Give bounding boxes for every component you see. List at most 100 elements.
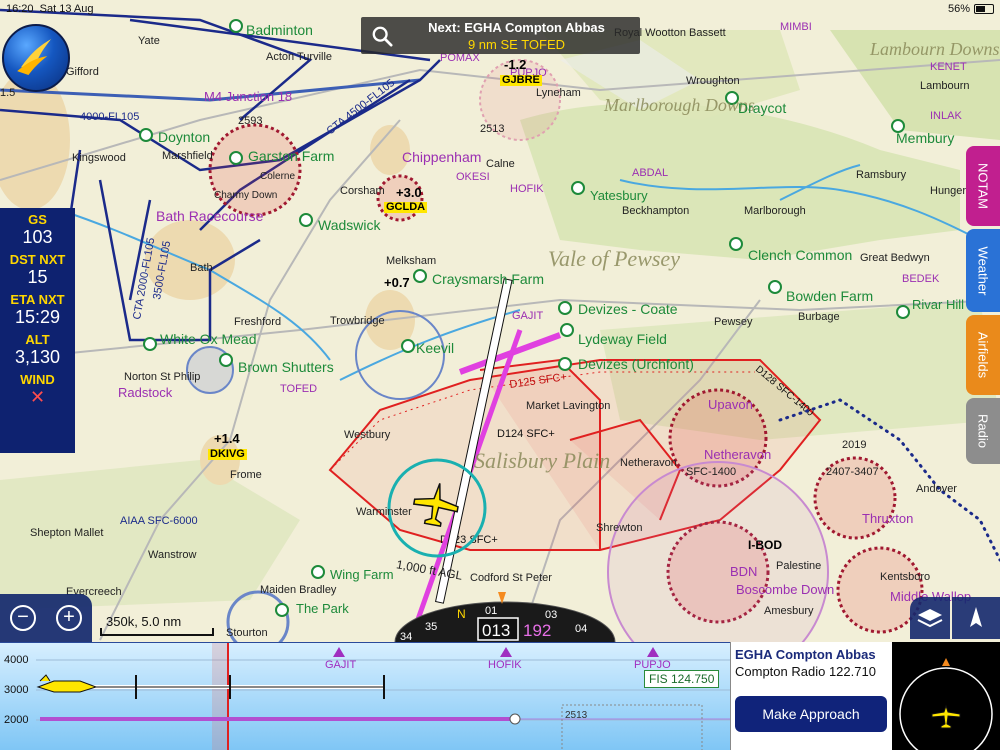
town-label: Wanstrow: [148, 549, 197, 561]
airfield-label[interactable]: Membury: [896, 131, 954, 145]
airfield-label[interactable]: Draycot: [738, 101, 786, 115]
heading-tick-label: N: [457, 607, 466, 621]
zoom-in-button[interactable]: +: [56, 605, 82, 631]
airfield-label[interactable]: Boscombe Down: [736, 583, 834, 596]
current-heading: 013: [482, 621, 510, 640]
traffic-callsign[interactable]: DKIVG: [208, 449, 247, 460]
traffic-callsign[interactable]: GCLDA: [384, 202, 428, 213]
traffic-altitude: +1.4: [214, 431, 240, 446]
region-label: Marlborough Downs: [604, 95, 755, 115]
reporting-point-label[interactable]: M4 Junction 18: [204, 90, 292, 103]
town-label: Marshfield: [162, 150, 213, 162]
zoom-controls: − +: [0, 594, 92, 642]
moving-map[interactable]: CTA 4500-FL105 4000-FL105 CTA 2000-FL105…: [0, 0, 1000, 642]
reporting-point-label[interactable]: BEDEK: [902, 274, 939, 285]
town-label: Colerne: [260, 171, 296, 182]
alt-value: 3,130: [14, 347, 61, 367]
airfield-label[interactable]: Clench Common: [748, 248, 852, 262]
airfield-label[interactable]: White Ox Mead: [160, 332, 256, 346]
airfield-label[interactable]: Craysmarsh Farm: [432, 272, 544, 286]
reporting-point-label[interactable]: INLAK: [930, 111, 962, 122]
airspace-label: 2019: [842, 439, 867, 451]
spot-height: 2513: [480, 123, 505, 135]
reporting-point-label[interactable]: GAJIT: [512, 311, 543, 322]
app-logo[interactable]: [2, 24, 70, 92]
traffic-altitude: +0.7: [384, 275, 410, 290]
airfield-label[interactable]: Bowden Farm: [786, 289, 873, 303]
zoom-out-button[interactable]: −: [10, 605, 36, 631]
reporting-point-label[interactable]: MIMBI: [780, 22, 812, 33]
mini-hsi[interactable]: [892, 642, 1000, 750]
tab-weather-label: Weather: [975, 246, 991, 295]
town-label: Bath: [190, 262, 213, 274]
airfield-label[interactable]: Garston Farm: [248, 149, 334, 163]
profile-altitude-label: 3000: [4, 684, 29, 696]
airspace-label: 2407-3407: [826, 466, 879, 478]
traffic-callsign[interactable]: GJBRE: [500, 75, 542, 86]
town-label: Kentsboro: [880, 571, 931, 583]
region-label: Vale of Pewsey: [548, 246, 680, 271]
reporting-point-label[interactable]: POMAX: [440, 53, 480, 64]
heading-tick-label: 34: [400, 631, 412, 642]
tab-weather[interactable]: Weather: [966, 229, 1000, 312]
heading-tick-label: 01: [485, 605, 497, 617]
airfield-label[interactable]: Thruxton: [862, 512, 913, 525]
airfield-label[interactable]: Yatesbury: [590, 189, 648, 202]
approach-panel: EGHA Compton Abbas Compton Radio 122.710…: [730, 642, 892, 750]
traffic-callsign[interactable]: I-BOD: [748, 539, 782, 551]
reporting-point-label[interactable]: KENET: [930, 62, 967, 73]
reporting-point-label[interactable]: Radstock: [118, 386, 172, 399]
wind-unavailable-icon: ✕: [29, 387, 46, 407]
heading-tick-label: 03: [545, 609, 557, 621]
tab-airfields[interactable]: Airfields: [966, 315, 1000, 395]
town-label: Netheravon: [620, 457, 677, 469]
eta-value: 15:29: [14, 307, 61, 327]
airfield-label[interactable]: Brown Shutters: [238, 360, 334, 374]
battery-level: 56%: [947, 3, 970, 15]
tab-radio[interactable]: Radio: [966, 398, 1000, 464]
airfield-label[interactable]: Wing Farm: [330, 568, 394, 581]
reporting-point-label[interactable]: TOFED: [280, 384, 317, 395]
reporting-point-label[interactable]: OKESI: [456, 172, 490, 183]
airfield-label[interactable]: Bath Racecourse: [156, 209, 263, 223]
tab-notam[interactable]: NOTAM: [966, 146, 1000, 226]
town-label: Market Lavington: [526, 400, 611, 412]
vertical-profile-panel[interactable]: 4000 3000 2000 GAJIT HOFIK PUPJO FIS 124…: [0, 642, 730, 750]
spot-height: 2593: [238, 115, 263, 127]
next-waypoint-banner[interactable]: Next: EGHA Compton Abbas 9 nm SE TOFED: [361, 17, 640, 54]
profile-waypoint: HOFIK: [488, 659, 522, 671]
airfield-label[interactable]: Wadswick: [318, 218, 381, 232]
map-layers-button[interactable]: [910, 597, 950, 639]
airfield-label[interactable]: Lydeway Field: [578, 332, 667, 346]
town-label: Trowbridge: [330, 315, 385, 327]
profile-altitude-label: 2000: [4, 714, 29, 726]
airfield-label[interactable]: Keevil: [416, 341, 454, 355]
town-label: Burbage: [798, 311, 840, 323]
track-pointer-icon: [498, 592, 506, 604]
destination-radio: Compton Radio 122.710: [735, 664, 876, 679]
town-label: Andover: [916, 483, 957, 495]
navaid-label[interactable]: BDN: [730, 565, 757, 578]
make-approach-button[interactable]: Make Approach: [735, 696, 887, 732]
airfield-label[interactable]: Rivar Hill: [912, 298, 964, 311]
map-scale: 350k, 5.0 nm: [100, 614, 214, 636]
scale-label: 350k, 5.0 nm: [106, 614, 182, 629]
airfield-label[interactable]: Devizes (Urchfont): [578, 357, 694, 371]
airfield-label[interactable]: Upavon: [708, 398, 753, 411]
traffic-altitude: +3.0: [396, 185, 422, 200]
airfield-label[interactable]: The Park: [296, 602, 349, 615]
airfield-label[interactable]: Devizes - Coate: [578, 302, 678, 316]
fis-frequency[interactable]: FIS 124.750: [644, 670, 720, 688]
svg-text:D124 SFC+: D124 SFC+: [497, 428, 555, 440]
airfield-label[interactable]: Netheravon: [704, 448, 771, 461]
town-label: Yate: [138, 35, 160, 47]
airfield-label[interactable]: Doynton: [158, 130, 210, 144]
reporting-point-label[interactable]: HOFIK: [510, 184, 544, 195]
town-label: Stourton: [226, 627, 268, 639]
town-label: Shrewton: [596, 522, 643, 534]
north-up-button[interactable]: [952, 597, 1000, 639]
search-icon[interactable]: [371, 25, 393, 47]
airfield-label[interactable]: Badminton: [246, 23, 313, 37]
profile-altitude-label: 4000: [4, 654, 29, 666]
reporting-point-label[interactable]: ABDAL: [632, 168, 668, 179]
